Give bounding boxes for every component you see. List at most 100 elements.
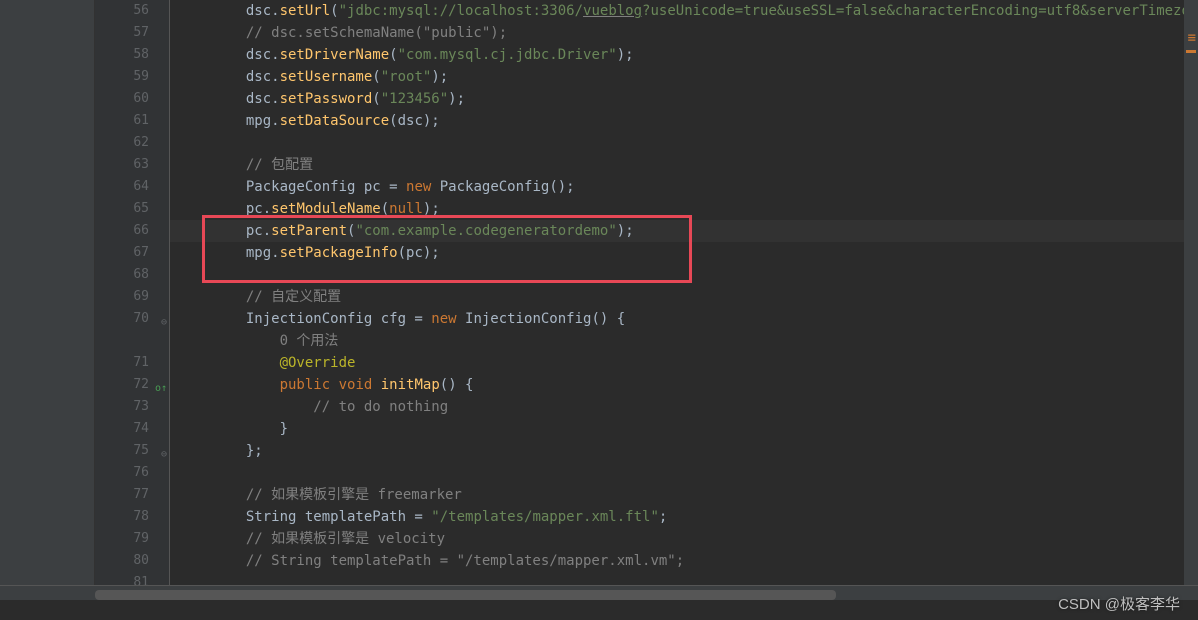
line-number[interactable]: 64 [95, 176, 169, 198]
code-token: }; [170, 443, 263, 459]
line-number[interactable]: 71 [95, 352, 169, 374]
line-number[interactable]: 73 [95, 396, 169, 418]
code-token: "com.example. [355, 223, 465, 239]
error-stripe-icon[interactable]: ≡ [1188, 30, 1196, 46]
line-number[interactable]: 74 [95, 418, 169, 440]
code-line[interactable]: // dsc.setSchemaName("public"); [170, 22, 1184, 44]
code-token: (pc); [398, 245, 440, 261]
code-token: PackageConfig(); [431, 179, 574, 195]
code-line[interactable]: dsc.setDriverName("com.mysql.cj.jdbc.Dri… [170, 44, 1184, 66]
code-line[interactable]: @Override [170, 352, 1184, 374]
code-token: ( [330, 3, 338, 19]
code-token [170, 531, 246, 547]
code-line[interactable]: // String templatePath = "/templates/map… [170, 550, 1184, 572]
line-number[interactable]: 62 [95, 132, 169, 154]
line-number[interactable]: 61 [95, 110, 169, 132]
code-line[interactable]: pc.setModuleName(null); [170, 198, 1184, 220]
line-number[interactable]: 56 [95, 0, 169, 22]
scrollbar-horizontal[interactable] [95, 590, 1184, 600]
code-line[interactable] [170, 572, 1184, 585]
code-token: "123456" [381, 91, 448, 107]
code-line[interactable]: // 自定义配置 [170, 286, 1184, 308]
line-number[interactable]: 67 [95, 242, 169, 264]
code-token: "jdbc:mysql://localhost:3306/ [339, 3, 583, 19]
code-token: setDataSource [280, 113, 390, 129]
code-line[interactable]: // 如果模板引擎是 freemarker [170, 484, 1184, 506]
code-token: // 自定义配置 [246, 289, 341, 305]
line-number[interactable]: 76 [95, 462, 169, 484]
gutter[interactable]: 565758596061626364656667686970⊖7172o↑737… [95, 0, 170, 585]
line-number[interactable]: 58 [95, 44, 169, 66]
code-token: () { [440, 377, 474, 393]
code-token: void [339, 377, 373, 393]
code-line[interactable]: mpg.setDataSource(dsc); [170, 110, 1184, 132]
code-line[interactable] [170, 264, 1184, 286]
code-line[interactable]: mpg.setPackageInfo(pc); [170, 242, 1184, 264]
code-token: setModuleName [271, 201, 381, 217]
line-number[interactable]: 63 [95, 154, 169, 176]
code-area[interactable]: dsc.setUrl("jdbc:mysql://localhost:3306/… [170, 0, 1184, 585]
line-number[interactable]: 68 [95, 264, 169, 286]
line-number[interactable]: 72o↑ [95, 374, 169, 396]
code-token: // 如果模板引擎是 velocity [246, 531, 445, 547]
code-line[interactable]: InjectionConfig cfg = new InjectionConfi… [170, 308, 1184, 330]
code-line[interactable]: // 如果模板引擎是 velocity [170, 528, 1184, 550]
code-token [170, 355, 280, 371]
scroll-thumb[interactable] [95, 590, 836, 600]
code-line[interactable]: dsc.setUrl("jdbc:mysql://localhost:3306/… [170, 0, 1184, 22]
line-number[interactable]: 60 [95, 88, 169, 110]
code-token: ( [372, 91, 380, 107]
line-number[interactable]: 69 [95, 286, 169, 308]
code-token [170, 157, 246, 173]
code-line[interactable]: dsc.setUsername("root"); [170, 66, 1184, 88]
editor-container: 565758596061626364656667686970⊖7172o↑737… [0, 0, 1198, 585]
line-number[interactable]: 79 [95, 528, 169, 550]
code-token: "com.mysql.cj.jdbc.Driver" [398, 47, 617, 63]
code-token [170, 553, 246, 569]
line-number[interactable] [95, 330, 169, 352]
line-number[interactable]: 80 [95, 550, 169, 572]
code-token: vueblog [583, 3, 642, 19]
code-line[interactable]: dsc.setPassword("123456"); [170, 88, 1184, 110]
line-number[interactable]: 75⊖ [95, 440, 169, 462]
code-token: ( [381, 201, 389, 217]
code-token [170, 289, 246, 305]
project-sidebar[interactable] [0, 0, 95, 585]
code-line[interactable]: // to do nothing [170, 396, 1184, 418]
code-line[interactable]: pc.setParent("com.example.codegeneratord… [170, 220, 1184, 242]
code-token: // to do nothing [313, 399, 448, 415]
line-number[interactable]: 66 [95, 220, 169, 242]
line-number[interactable]: 77 [95, 484, 169, 506]
code-token: InjectionConfig cfg = [170, 311, 431, 327]
code-line[interactable]: 0 个用法 [170, 330, 1184, 352]
line-number[interactable]: 59 [95, 66, 169, 88]
code-line[interactable]: } [170, 418, 1184, 440]
code-line[interactable] [170, 132, 1184, 154]
code-line[interactable] [170, 462, 1184, 484]
code-line[interactable]: // 包配置 [170, 154, 1184, 176]
code-token: (dsc); [389, 113, 440, 129]
code-token [170, 377, 280, 393]
scroll-marker[interactable] [1186, 50, 1196, 53]
code-token: " [608, 223, 616, 239]
code-line[interactable]: }; [170, 440, 1184, 462]
code-line[interactable]: PackageConfig pc = new PackageConfig(); [170, 176, 1184, 198]
line-number[interactable]: 57 [95, 22, 169, 44]
line-number[interactable]: 65 [95, 198, 169, 220]
code-token: setPackageInfo [280, 245, 398, 261]
code-token: ); [423, 201, 440, 217]
line-number[interactable]: 81 [95, 572, 169, 585]
line-number[interactable]: 78 [95, 506, 169, 528]
code-token: setParent [271, 223, 347, 239]
line-number[interactable]: 70⊖ [95, 308, 169, 330]
code-token: ?useUnicode=true&useSSL=false&characterE… [642, 3, 1184, 19]
code-line[interactable]: public void initMap() { [170, 374, 1184, 396]
code-token [372, 377, 380, 393]
code-token: ); [617, 223, 634, 239]
code-line[interactable]: String templatePath = "/templates/mapper… [170, 506, 1184, 528]
code-token: ( [372, 69, 380, 85]
code-token: mpg. [170, 245, 280, 261]
code-token [330, 377, 338, 393]
scrollbar-vertical[interactable]: ≡ [1184, 0, 1198, 585]
code-token: String templatePath = [170, 509, 431, 525]
